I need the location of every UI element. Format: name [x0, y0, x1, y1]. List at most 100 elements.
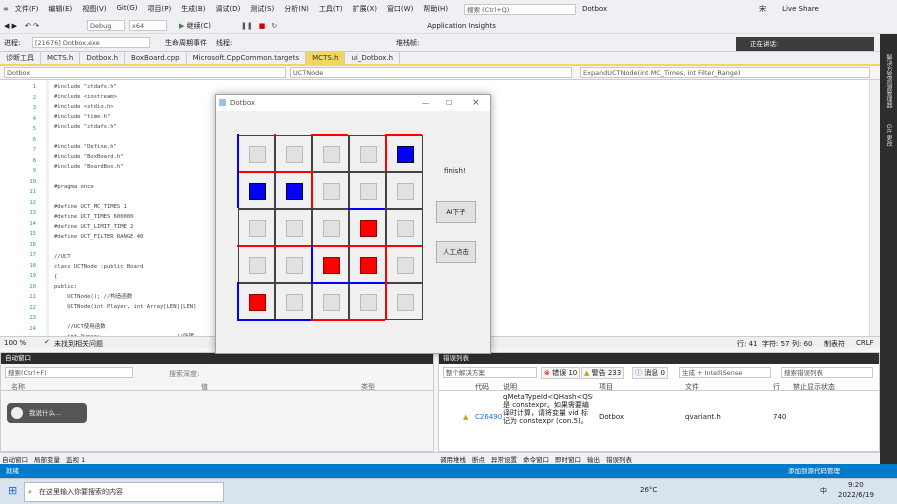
error-col-header[interactable]: 项目 — [599, 382, 613, 392]
member-select[interactable]: ExpandUCTNode(int MC_Times, int Filter_R… — [580, 67, 870, 78]
board-cell[interactable] — [349, 209, 386, 246]
menu-item[interactable]: 视图(V) — [82, 4, 106, 14]
board-cell[interactable] — [275, 209, 312, 246]
undo-icon[interactable]: ↶ ↷ — [25, 22, 39, 30]
document-tab[interactable]: BoxBoard.cpp — [125, 52, 187, 65]
document-tab[interactable]: Microsoft.CppCommon.targets — [187, 52, 307, 65]
document-tab[interactable]: MCTS.h — [41, 52, 81, 65]
board-cell[interactable] — [238, 209, 275, 246]
bottom-tab[interactable]: 断点 — [472, 454, 485, 464]
board-cell[interactable] — [312, 172, 349, 209]
solution-explorer-tab[interactable]: 解决方案资源管理器 — [884, 54, 893, 108]
restart-icon[interactable]: ↻ — [271, 22, 277, 30]
board-cell[interactable] — [312, 246, 349, 283]
error-search[interactable]: 搜索错误列表 — [781, 367, 873, 378]
bottom-tab[interactable]: 异常设置 — [491, 454, 517, 464]
config-select[interactable]: Debug — [86, 20, 125, 31]
pause-icon[interactable]: ❚❚ — [241, 22, 253, 30]
tab-mode[interactable]: 制表符 — [824, 339, 845, 349]
weather[interactable]: 26°C — [640, 486, 657, 494]
source-control-button[interactable]: 添加到源代码管理 — [788, 464, 840, 478]
board-cell[interactable] — [238, 246, 275, 283]
board-cell[interactable] — [238, 172, 275, 209]
table-row[interactable]: ▲ C26490 qMetaTypeId<QHash<QString,QVari… — [439, 393, 879, 451]
menu-item[interactable]: 工具(T) — [319, 4, 343, 14]
board-cell[interactable] — [312, 209, 349, 246]
menu-item[interactable]: Git(G) — [117, 4, 138, 14]
warnings-filter[interactable]: ▲ 警告 233 — [581, 367, 625, 379]
maximize-icon[interactable]: ☐ — [446, 95, 452, 111]
taskbar-search[interactable]: ⌕ 在这里输入你要搜索的内容 — [24, 482, 224, 502]
error-col-header[interactable]: 禁止显示状态 — [793, 382, 835, 392]
bottom-tab[interactable]: 监视 1 — [66, 454, 85, 464]
bottom-tab[interactable]: 错误列表 — [606, 454, 632, 464]
vs-logo-icon[interactable]: ∞ — [3, 5, 9, 13]
insights-button[interactable]: Application Insights — [427, 22, 496, 30]
board-cell[interactable] — [386, 283, 423, 320]
autos-search[interactable]: 搜索(Ctrl+F) — [5, 367, 133, 378]
menu-item[interactable]: 测试(S) — [250, 4, 274, 14]
board-cell[interactable] — [275, 246, 312, 283]
board-cell[interactable] — [238, 135, 275, 172]
board-cell[interactable] — [386, 246, 423, 283]
continue-button[interactable]: ▶ 继续(C) — [179, 21, 211, 31]
menu-item[interactable]: 扩展(X) — [353, 4, 377, 14]
back-icon[interactable]: ◀ ▶ — [4, 22, 17, 30]
board-cell[interactable] — [386, 172, 423, 209]
chat-bubble[interactable]: 我说什么... — [7, 403, 87, 423]
bottom-tab[interactable]: 自动窗口 — [2, 454, 28, 464]
board-cell[interactable] — [349, 172, 386, 209]
board-cell[interactable] — [275, 135, 312, 172]
clock-time[interactable]: 9:20 — [848, 481, 864, 489]
build-select[interactable]: 生成 + IntelliSense — [679, 367, 771, 378]
menu-item[interactable]: 窗口(W) — [387, 4, 413, 14]
stop-icon[interactable]: ■ — [259, 22, 266, 30]
scope-select[interactable]: 整个解决方案 — [443, 367, 537, 378]
menu-item[interactable]: 调试(D) — [215, 4, 240, 14]
error-col-header[interactable]: 行 — [773, 382, 780, 392]
zoom-level[interactable]: 100 % — [4, 339, 26, 347]
bottom-tab[interactable]: 调用堆栈 — [440, 454, 466, 464]
platform-select[interactable]: x64 — [128, 20, 167, 31]
project-select[interactable]: Dotbox — [4, 67, 286, 78]
board-cell[interactable] — [238, 283, 275, 320]
board-cell[interactable] — [349, 246, 386, 283]
git-changes-tab[interactable]: Git 更改 — [884, 124, 893, 147]
menu-item[interactable]: 生成(B) — [181, 4, 205, 14]
minimize-icon[interactable]: — — [422, 95, 429, 111]
board-cell[interactable] — [386, 209, 423, 246]
clock-date[interactable]: 2022/6/19 — [838, 491, 874, 499]
live-share-button[interactable]: Live Share — [782, 5, 819, 13]
search-input[interactable]: 搜索 (Ctrl+Q) — [464, 3, 577, 15]
error-col-header[interactable]: 说明 — [503, 382, 517, 392]
bottom-tab[interactable]: 即时窗口 — [555, 454, 581, 464]
menu-item[interactable]: 项目(P) — [148, 4, 172, 14]
process-select[interactable]: [21676] Dotbox.exe — [32, 37, 150, 48]
board-cell[interactable] — [386, 135, 423, 172]
eol-mode[interactable]: CRLF — [856, 339, 874, 347]
row-code[interactable]: C26490 — [475, 413, 502, 421]
windows-start-icon[interactable]: ⊞ — [8, 484, 17, 497]
user-avatar[interactable]: 宋 — [759, 4, 766, 14]
ime-indicator[interactable]: 中 — [820, 486, 827, 496]
close-icon[interactable]: × — [472, 95, 480, 111]
messages-filter[interactable]: ⓘ 消息 0 — [632, 367, 668, 379]
lifecycle-button[interactable]: 生命周期事件 — [165, 38, 207, 48]
menu-item[interactable]: 编辑(E) — [48, 4, 72, 14]
document-tab[interactable]: 诊断工具 — [0, 52, 41, 65]
board-cell[interactable] — [349, 135, 386, 172]
document-tab[interactable]: ui_Dotbox.h — [345, 52, 401, 65]
document-tab[interactable]: Dotbox.h — [80, 52, 126, 65]
bottom-tab[interactable]: 局部变量 — [34, 454, 60, 464]
board-cell[interactable] — [349, 283, 386, 320]
menu-item[interactable]: 帮助(H) — [423, 4, 448, 14]
menu-item[interactable]: 分析(N) — [284, 4, 309, 14]
error-col-header[interactable]: 代码 — [475, 382, 489, 392]
board-cell[interactable] — [275, 172, 312, 209]
board-cell[interactable] — [312, 135, 349, 172]
bottom-tab[interactable]: 命令窗口 — [523, 454, 549, 464]
board-cell[interactable] — [312, 283, 349, 320]
document-tab[interactable]: MCTS.h — [306, 52, 346, 65]
human-click-button[interactable]: 人工点击 — [436, 241, 476, 263]
menu-item[interactable]: 文件(F) — [15, 4, 39, 14]
